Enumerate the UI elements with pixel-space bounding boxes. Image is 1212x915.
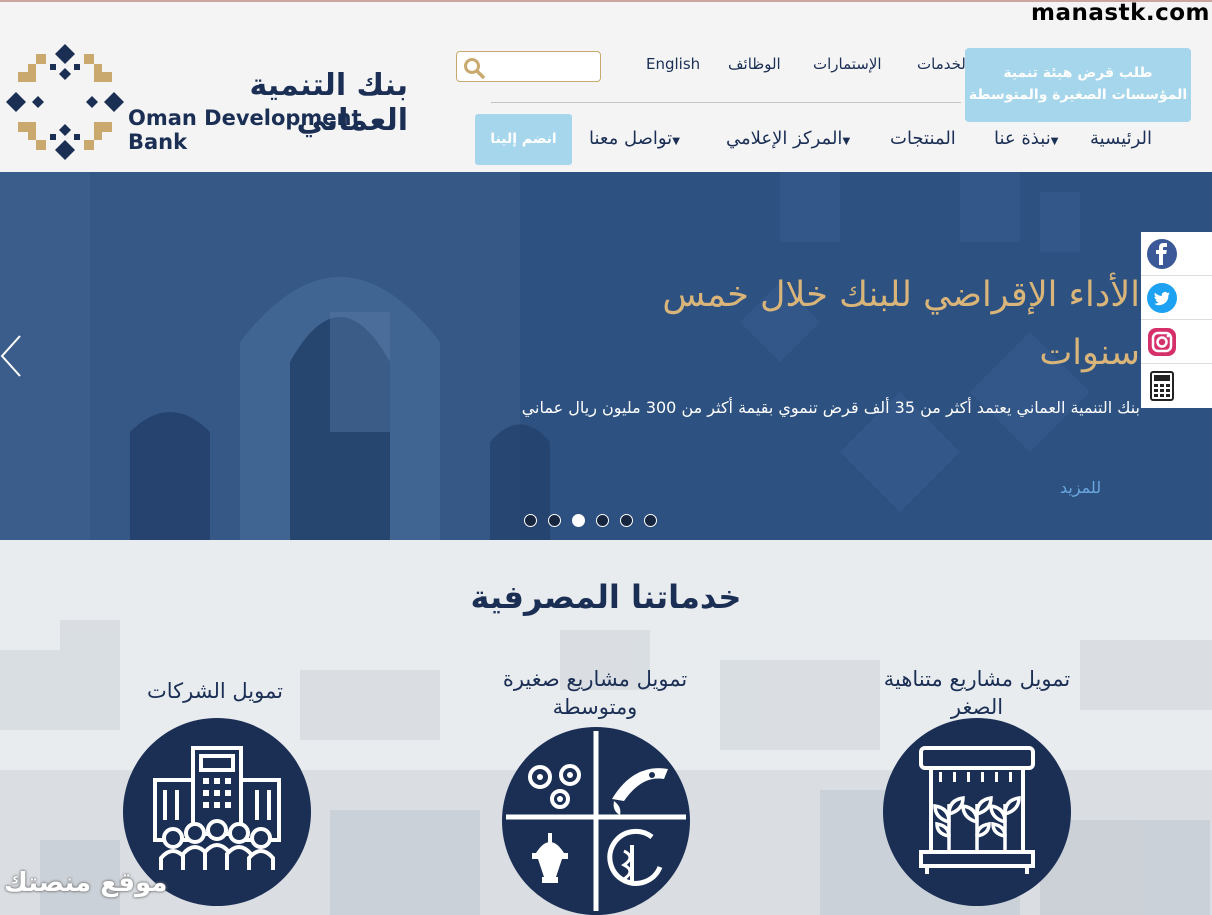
nav-contact-label: تواصل معنا	[589, 128, 673, 149]
services-title: خدماتنا المصرفية	[470, 578, 742, 616]
loan-button-line1: طلب قرض هيئة تنمية	[1003, 65, 1153, 81]
banking-services-section: خدماتنا المصرفية تمويل الشركات تمويل مشا…	[0, 540, 1212, 915]
join-us-button[interactable]: انضم إلينا	[475, 114, 572, 165]
bank-logo[interactable]: بنك التنمية العماني Oman Development Ban…	[6, 42, 416, 162]
sme-loan-request-button[interactable]: طلب قرض هيئة تنمية المؤسسات الصغيرة والم…	[965, 48, 1191, 122]
facebook-icon	[1147, 239, 1177, 269]
calculator-icon	[1150, 371, 1174, 401]
slider-dot[interactable]	[596, 514, 609, 527]
nav-media-label: المركز الإعلامي	[726, 128, 843, 149]
site-header: بنك التنمية العماني Oman Development Ban…	[0, 2, 1212, 172]
chevron-left-icon[interactable]	[0, 334, 24, 378]
chevron-down-icon: ▼	[1050, 136, 1059, 147]
loan-button-line2: المؤسسات الصغيرة والمتوسطة	[968, 87, 1188, 103]
search-box[interactable]	[456, 51, 601, 82]
chevron-down-icon: ▼	[672, 136, 680, 147]
header-divider	[491, 102, 961, 103]
twitter-link[interactable]	[1141, 276, 1212, 320]
footer-watermark: موقع منصتك	[4, 868, 168, 898]
search-icon[interactable]	[463, 57, 485, 79]
nav-about[interactable]: نبذة عنا▼	[994, 128, 1058, 149]
service-title-sme[interactable]: تمويل مشاريع صغيرة ومتوسطة	[470, 665, 720, 721]
social-sidebar	[1141, 232, 1212, 408]
slider-dot[interactable]	[620, 514, 633, 527]
calculator-link[interactable]	[1141, 364, 1212, 408]
hero-description: بنك التنمية العماني يعتمد أكثر من 35 ألف…	[521, 398, 1140, 417]
slider-dot[interactable]	[524, 514, 537, 527]
service-micro-card[interactable]	[883, 718, 1071, 906]
nav-products[interactable]: المنتجات	[890, 128, 956, 149]
hero-title: الأداء الإقراضي للبنك خلال خمس سنوات	[662, 275, 1140, 373]
slider-dot[interactable]	[572, 514, 585, 527]
service-title-micro[interactable]: تمويل مشاريع متناهية الصغر	[862, 665, 1092, 721]
twitter-icon	[1147, 283, 1177, 313]
nav-media[interactable]: المركز الإعلامي▼	[726, 128, 850, 149]
slider-dot[interactable]	[548, 514, 561, 527]
site-watermark: manastk.com	[1031, 0, 1210, 26]
slider-dots	[524, 514, 657, 527]
services-link[interactable]: لخدمات	[917, 55, 966, 73]
chevron-down-icon: ▼	[842, 136, 851, 147]
logo-english-name: Oman Development Bank	[128, 106, 362, 154]
facebook-link[interactable]	[1141, 232, 1212, 276]
nav-home[interactable]: الرئيسية	[1090, 128, 1152, 149]
nav-about-label: نبذة عنا	[994, 128, 1051, 149]
micro-plants-icon	[919, 746, 1035, 874]
jobs-link[interactable]: الوظائف	[728, 55, 781, 73]
instagram-icon	[1148, 328, 1176, 356]
english-link[interactable]: English	[646, 55, 700, 73]
hero-more-link[interactable]: للمزيد	[1060, 478, 1101, 497]
instagram-link[interactable]	[1141, 320, 1212, 364]
service-title-corporate[interactable]: تمويل الشركات	[115, 677, 315, 705]
service-sme-card[interactable]	[502, 727, 690, 915]
sme-sectors-icon	[506, 731, 686, 911]
hero-slider: الأداء الإقراضي للبنك خلال خمس سنوات بنك…	[0, 172, 1212, 540]
search-input[interactable]	[491, 56, 595, 77]
forms-link[interactable]: الإستمارات	[813, 55, 882, 73]
nav-contact[interactable]: تواصل معنا▼	[589, 128, 680, 149]
logo-mark-icon	[6, 44, 124, 160]
slider-dot[interactable]	[644, 514, 657, 527]
